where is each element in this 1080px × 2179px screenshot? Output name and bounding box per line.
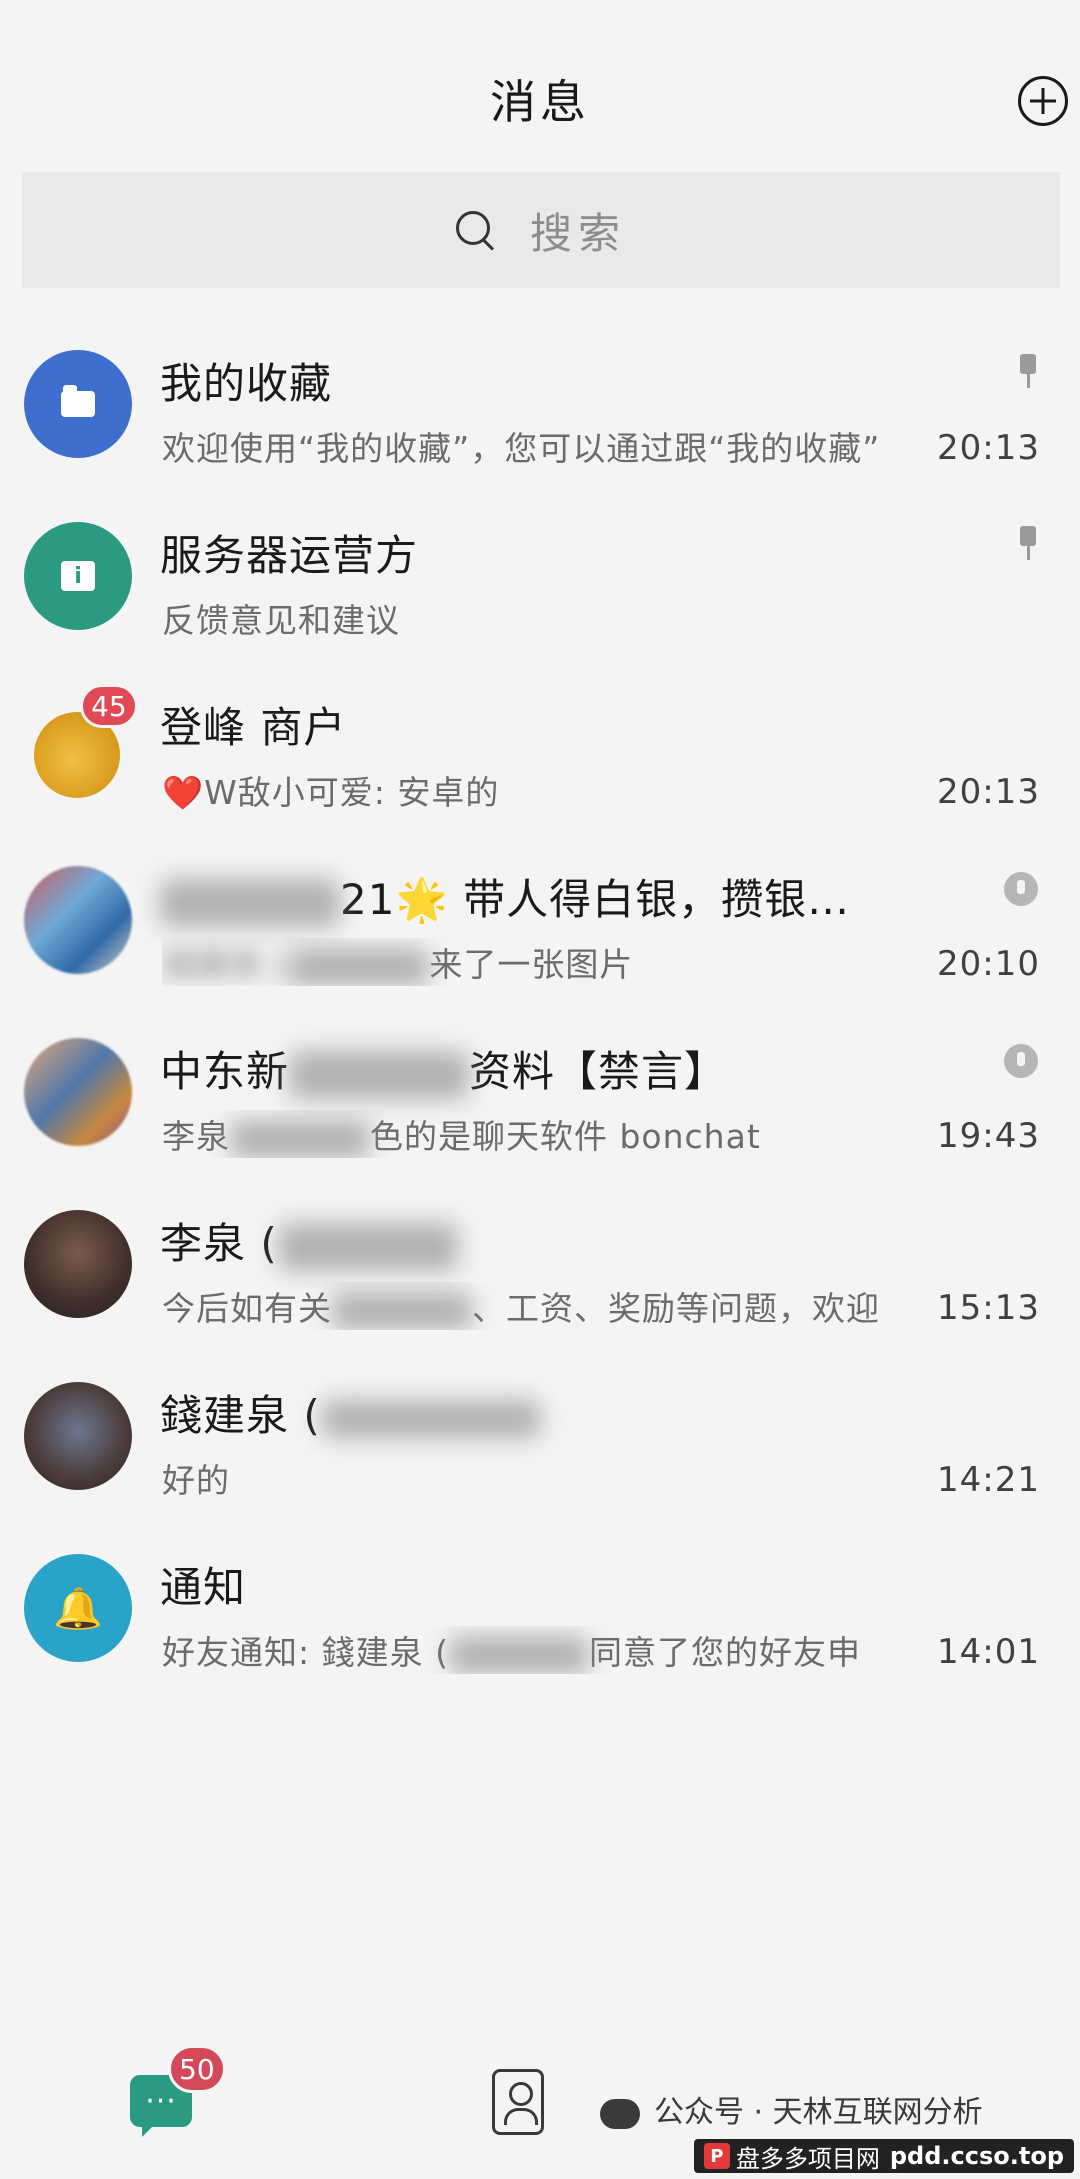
add-circle-icon[interactable] bbox=[1018, 76, 1068, 126]
conversation-row-silver-group[interactable]: 21🌟 带人得白银，攒银… 錢建泉 ( 来了一张图片 20:10 bbox=[0, 846, 1080, 1018]
search-bar[interactable]: 搜索 bbox=[22, 172, 1060, 288]
conversation-name: 我的收藏 bbox=[160, 359, 333, 408]
avatar bbox=[24, 350, 132, 458]
site-logo-icon: P bbox=[703, 2143, 730, 2169]
conversation-row-favorites[interactable]: 我的收藏 欢迎使用“我的收藏”，您可以通过跟“我的收藏” 20:13 bbox=[0, 330, 1080, 502]
conversation-preview: 李泉 色的是聊天软件 bonchat bbox=[162, 1110, 942, 1158]
preview-prefix: 錢建泉 ( bbox=[162, 945, 290, 984]
name-text: 带人得白银，攒银… bbox=[463, 875, 851, 924]
conversation-preview: 反馈意见和建议 bbox=[162, 601, 400, 640]
page-title: 消息 bbox=[490, 75, 590, 129]
watermark-text: 公众号 · 天林互联网分析 bbox=[600, 2087, 983, 2131]
unread-badge: 45 bbox=[80, 684, 138, 728]
conversation-name: 錢建泉 ( bbox=[160, 1382, 541, 1443]
conversation-row-notifications[interactable]: 🔔 通知 好友通知: 錢建泉 ( 同意了您的好友申 14:01 bbox=[0, 1534, 1080, 1706]
conversation-time: 14:01 bbox=[937, 1632, 1040, 1672]
redacted-block bbox=[289, 1050, 470, 1099]
search-placeholder: 搜索 bbox=[529, 208, 626, 258]
redacted-block bbox=[277, 1222, 458, 1271]
preview-prefix: 李泉 bbox=[162, 1117, 230, 1156]
watermark-label: 公众号 · 天林互联网分析 bbox=[654, 2095, 983, 2130]
wechat-icon bbox=[600, 2098, 640, 2129]
preview-text: 色的是聊天软件 bonchat bbox=[370, 1117, 761, 1156]
name-text: 錢建泉 ( bbox=[160, 1391, 321, 1440]
avatar: i bbox=[24, 522, 132, 630]
conversation-name: 中东新 资料【禁言】 bbox=[160, 1038, 727, 1099]
preview-text: 同意了您的好友申 bbox=[588, 1633, 861, 1672]
heart-icon: ❤️ bbox=[162, 773, 205, 812]
bell-icon: 🔔 bbox=[53, 1585, 103, 1632]
conversation-name: 通知 bbox=[160, 1563, 247, 1612]
mute-icon bbox=[1004, 872, 1038, 906]
preview-text: W敌小可爱: 安卓的 bbox=[204, 773, 500, 812]
avatar: 🔔 bbox=[24, 1554, 132, 1662]
conversation-name: 21🌟 带人得白银，攒银… bbox=[160, 866, 850, 927]
conversation-name: 登峰 商户 bbox=[160, 703, 347, 752]
conversation-time: 15:13 bbox=[937, 1288, 1040, 1328]
bottom-nav: ··· 50 公众号 · 天林互联网分析 P 盘多多项目网 pdd.ccso.top bbox=[0, 2039, 1080, 2179]
star-icon: 🌟 bbox=[395, 875, 449, 924]
conversation-time: 20:13 bbox=[937, 428, 1040, 468]
conversation-preview: 好的 bbox=[162, 1461, 230, 1500]
conversation-preview: 今后如有关 、工资、奖励等问题，欢迎 bbox=[162, 1282, 942, 1330]
redacted-block bbox=[230, 1119, 370, 1158]
conversation-name: 李泉 ( bbox=[160, 1210, 458, 1271]
pin-icon bbox=[1018, 354, 1038, 388]
site-url: pdd.ccso.top bbox=[889, 2142, 1064, 2170]
redacted-block bbox=[332, 1291, 472, 1330]
search-icon bbox=[455, 211, 494, 249]
chat-unread-badge: 50 bbox=[168, 2045, 226, 2093]
name-text: 中东新 bbox=[160, 1047, 290, 1096]
redacted-block bbox=[160, 878, 340, 927]
conversation-row-qianjianquan[interactable]: 錢建泉 ( 好的 14:21 bbox=[0, 1362, 1080, 1534]
conversation-row-middle-east[interactable]: 中东新 资料【禁言】 李泉 色的是聊天软件 bonchat 19:43 bbox=[0, 1018, 1080, 1190]
messages-screen: 消息 搜索 我的收藏 欢迎使用“我的收藏”，您可以通过跟“我的收藏” 20:13… bbox=[0, 0, 1080, 2179]
conversation-row-server-operator[interactable]: i 服务器运营方 反馈意见和建议 bbox=[0, 502, 1080, 674]
redacted-block bbox=[448, 1635, 589, 1674]
conversation-name: 服务器运营方 bbox=[160, 531, 419, 580]
site-watermark: P 盘多多项目网 pdd.ccso.top bbox=[693, 2139, 1074, 2173]
redacted-block bbox=[289, 947, 430, 986]
site-name: 盘多多项目网 bbox=[735, 2144, 880, 2173]
conversation-list: 我的收藏 欢迎使用“我的收藏”，您可以通过跟“我的收藏” 20:13 i 服务器… bbox=[0, 330, 1080, 1706]
conversation-time: 20:10 bbox=[937, 944, 1040, 984]
header: 消息 bbox=[0, 0, 1080, 175]
mute-icon bbox=[1004, 1044, 1038, 1078]
conversation-preview: 好友通知: 錢建泉 ( 同意了您的好友申 bbox=[162, 1626, 942, 1674]
avatar bbox=[24, 1210, 132, 1318]
avatar bbox=[24, 866, 132, 974]
avatar bbox=[24, 1038, 132, 1146]
folder-icon bbox=[61, 385, 95, 417]
conversation-time: 14:21 bbox=[937, 1460, 1040, 1500]
preview-prefix: 好友通知: 錢建泉 ( bbox=[162, 1633, 449, 1672]
preview-prefix: 今后如有关 bbox=[162, 1289, 332, 1328]
conversation-row-liquan[interactable]: 李泉 ( 今后如有关 、工资、奖励等问题，欢迎 15:13 bbox=[0, 1190, 1080, 1362]
name-text: 李泉 ( bbox=[160, 1219, 278, 1268]
preview-text: 来了一张图片 bbox=[429, 945, 634, 984]
info-icon: i bbox=[61, 561, 95, 591]
pin-icon bbox=[1018, 526, 1038, 560]
conversation-preview: ❤️W敌小可爱: 安卓的 bbox=[162, 766, 942, 814]
conversation-preview: 欢迎使用“我的收藏”，您可以通过跟“我的收藏” bbox=[162, 429, 881, 468]
conversation-time: 20:13 bbox=[937, 772, 1040, 812]
conversation-row-dengfeng[interactable]: 45 登峰 商户 ❤️W敌小可爱: 安卓的 20:13 bbox=[0, 674, 1080, 846]
preview-text: 、工资、奖励等问题，欢迎 bbox=[472, 1289, 880, 1328]
conversation-preview: 錢建泉 ( 来了一张图片 bbox=[162, 938, 942, 986]
name-suffix: 资料【禁言】 bbox=[469, 1047, 728, 1096]
redacted-block bbox=[320, 1399, 541, 1438]
name-prefix: 21 bbox=[340, 875, 396, 924]
conversation-time: 19:43 bbox=[937, 1116, 1040, 1156]
avatar bbox=[24, 1382, 132, 1490]
contacts-tab-icon[interactable] bbox=[492, 2069, 544, 2135]
